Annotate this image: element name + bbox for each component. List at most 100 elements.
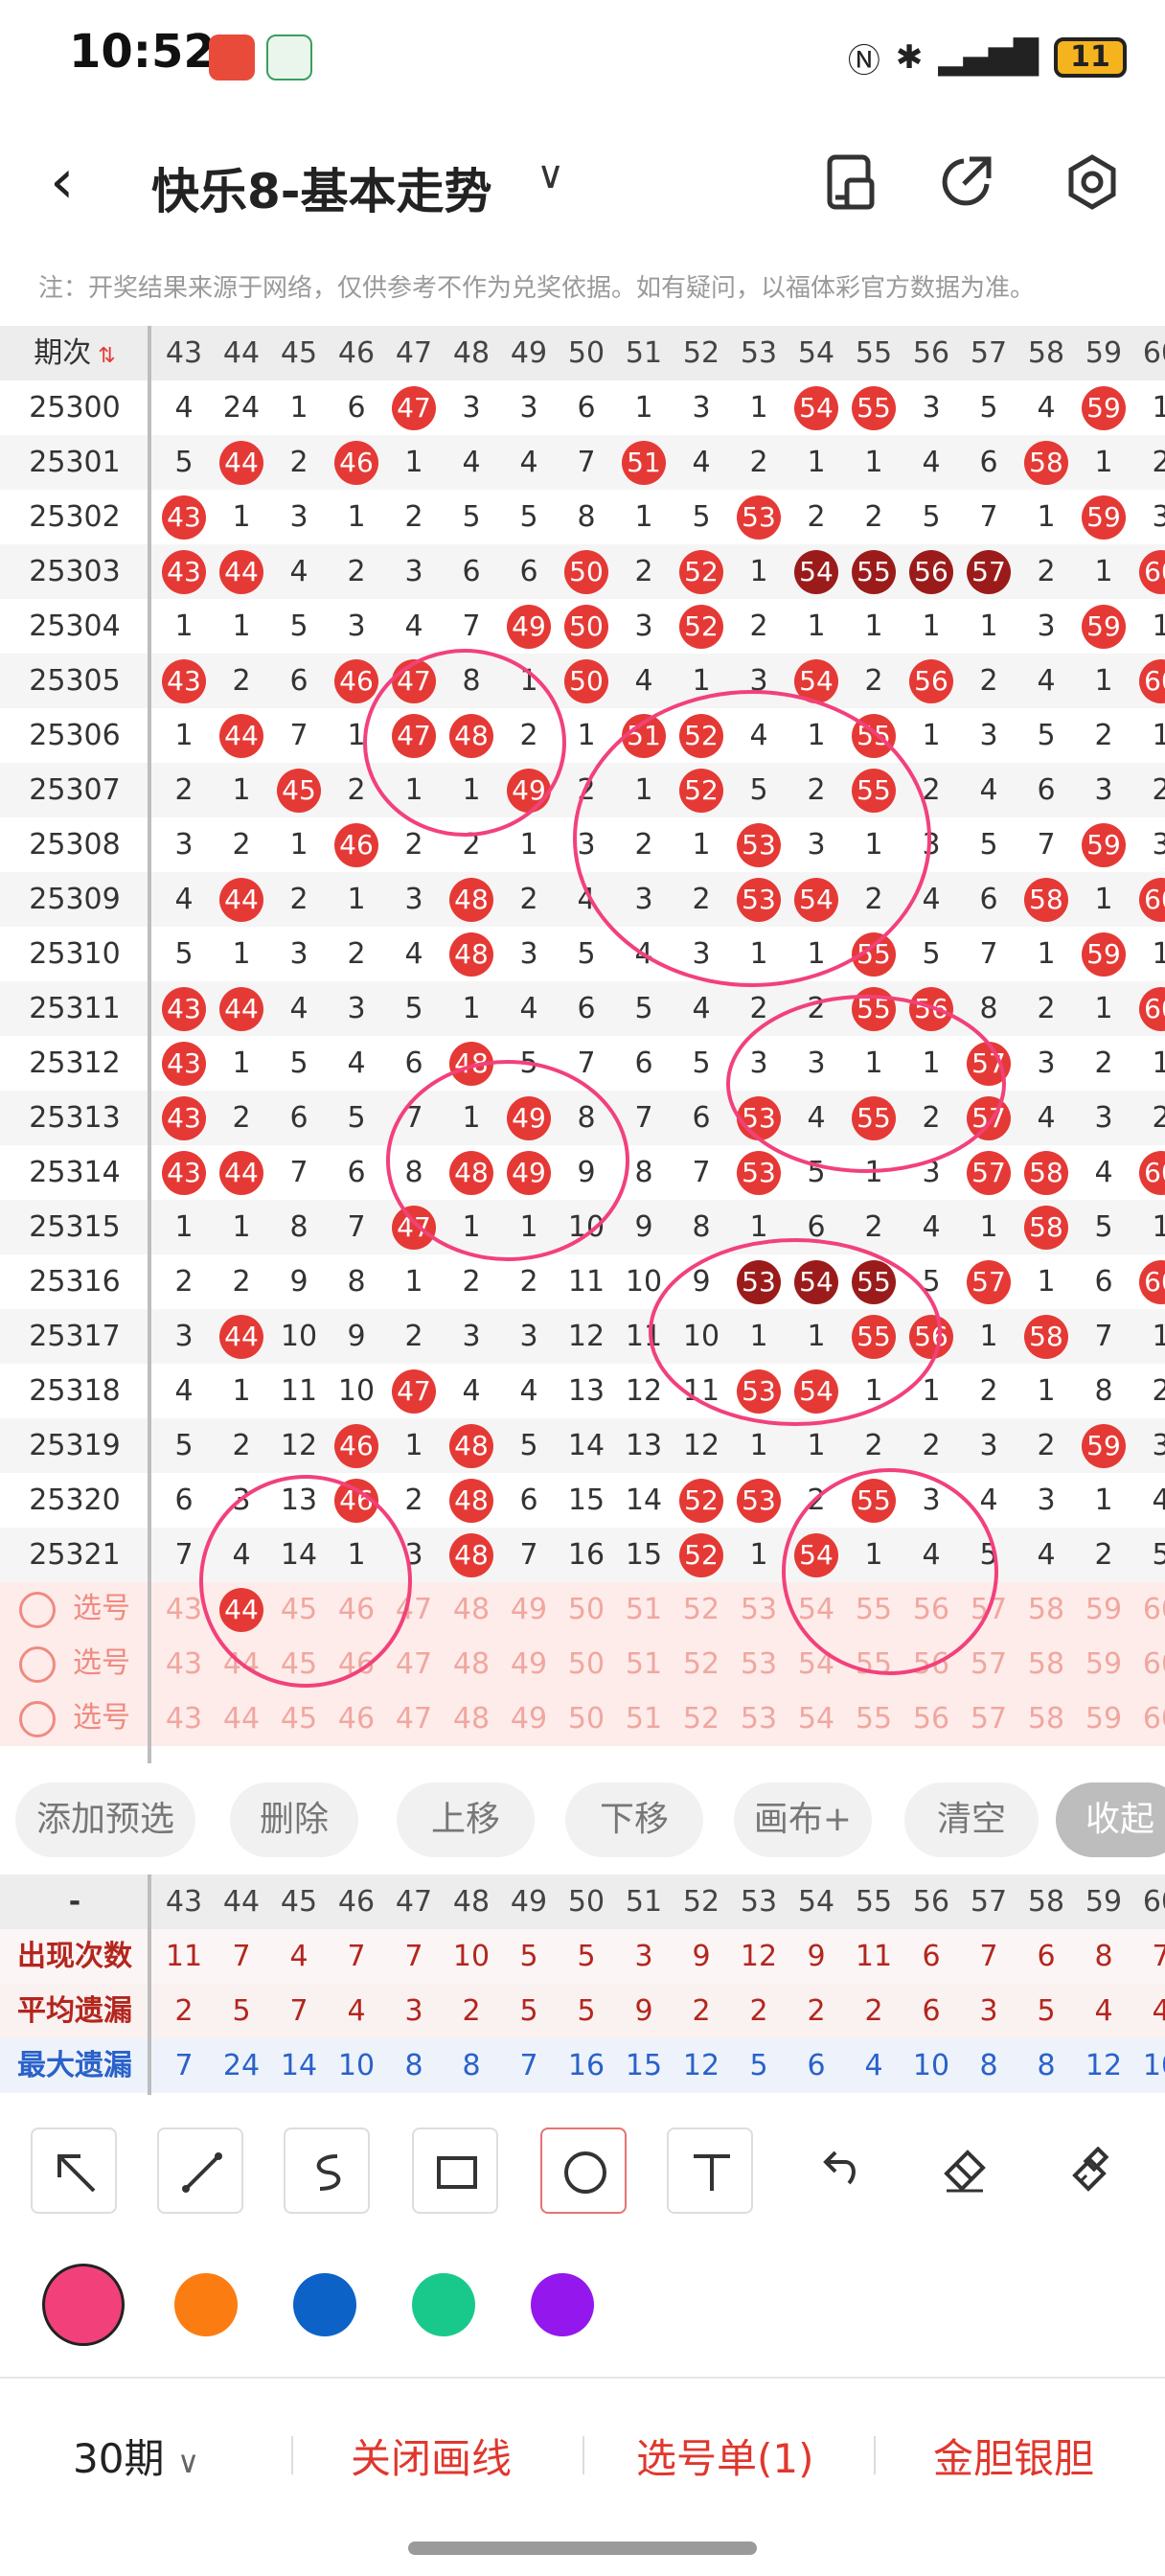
stats-value: 5 (577, 1994, 596, 2028)
stats-value: 2 (462, 1994, 481, 2028)
disclaimer-note: 注：开奖结果来源于网络，仅供参考不作为兑奖依据。如有疑问，以福体彩官方数据为准。 (38, 274, 1036, 303)
period-select[interactable]: 30期 ∨ (73, 2426, 199, 2485)
layout-toggle-icon[interactable] (820, 151, 881, 213)
annotation-circle (199, 1475, 412, 1688)
stats-value: 8 (462, 2049, 481, 2082)
stats-value: 6 (922, 1940, 941, 1973)
stats-value: 2 (749, 1994, 768, 2028)
stats-value: 5 (749, 2049, 768, 2082)
move-up-button[interactable]: 上移 (397, 1782, 535, 1857)
notification-home-icon (266, 34, 312, 80)
stats-value: 4 (1094, 1994, 1113, 2028)
stats-value: 2 (864, 1994, 883, 2028)
stats-column-header: 44 (222, 1885, 261, 1919)
arrow-tool-icon[interactable] (31, 2128, 117, 2214)
color-swatch[interactable] (42, 2264, 125, 2346)
pick-list-button[interactable]: 选号单(1) (636, 2426, 814, 2485)
back-arrow-icon[interactable]: ‹ (50, 148, 119, 217)
annotation-circle (363, 649, 566, 837)
divider (874, 2436, 876, 2474)
color-swatch[interactable] (293, 2273, 356, 2336)
stats-column-header: 53 (740, 1885, 778, 1919)
stats-value: 2 (174, 1994, 194, 2028)
collapse-button[interactable]: 收起 (1056, 1782, 1165, 1857)
stats-column-header: 46 (337, 1885, 376, 1919)
bluetooth-icon: ✱ (895, 38, 924, 77)
annotation-layer (199, 649, 1006, 1688)
stats-value: 2 (692, 1994, 711, 2028)
move-down-button[interactable]: 下移 (565, 1782, 703, 1857)
rect-tool-icon[interactable] (412, 2128, 498, 2214)
divider (582, 2436, 584, 2474)
stats-column-header: 49 (510, 1885, 548, 1919)
color-swatch[interactable] (412, 2273, 475, 2336)
stats-value: 8 (1094, 1940, 1113, 1973)
drawing-toolbar (0, 2118, 1165, 2233)
stats-value: 6 (922, 1994, 941, 2028)
add-preselect-button[interactable]: 添加预选 (15, 1782, 195, 1857)
period-select-label: 30期 (73, 2435, 165, 2482)
stats-value: 6 (1037, 1940, 1056, 1973)
stats-value: 7 (519, 2049, 538, 2082)
stats-column-header: 47 (395, 1885, 433, 1919)
stats-column-header: 45 (280, 1885, 318, 1919)
stats-value: 6 (807, 2049, 826, 2082)
nfc-icon: Ⓝ (847, 41, 880, 80)
stats-value: 3 (404, 1994, 423, 2028)
undo-icon[interactable] (795, 2128, 881, 2214)
golden-silver-button[interactable]: 金胆银胆 (933, 2426, 1094, 2485)
close-lines-button[interactable]: 关闭画线 (351, 2426, 512, 2485)
chevron-down-icon[interactable]: ∨ (537, 153, 564, 197)
canvas-plus-button[interactable]: 画布+ (734, 1782, 872, 1857)
color-swatch[interactable] (531, 2273, 594, 2336)
share-icon[interactable] (935, 151, 996, 213)
stats-value: 9 (634, 1994, 653, 2028)
line-tool-icon[interactable] (157, 2128, 243, 2214)
status-right: Ⓝ ✱ ▂▄▆█ 11 (848, 33, 1127, 82)
stats-value: 2 (807, 1994, 826, 2028)
stats-value: 10 (337, 2049, 376, 2082)
battery-icon: 11 (1054, 37, 1127, 78)
annotation-circle (386, 1060, 629, 1261)
stats-value: 12 (682, 2049, 720, 2082)
eraser-icon[interactable] (922, 2128, 1008, 2214)
stats-value: 14 (280, 2049, 318, 2082)
stats-column-header: 57 (970, 1885, 1008, 1919)
text-tool-icon[interactable] (667, 2128, 753, 2214)
stats-column-header: 48 (452, 1885, 491, 1919)
stats-value: 4 (1152, 1994, 1165, 2028)
action-bar: 添加预选 删除 上移 下移 画布+ 清空 收起 (0, 1773, 1165, 1869)
clear-brush-icon[interactable] (1048, 2128, 1134, 2214)
stats-value: 10 (1142, 2049, 1165, 2082)
stats-column-header: 51 (625, 1885, 663, 1919)
page-title[interactable]: 快乐8-基本走势 (151, 153, 492, 222)
stats-column-header: 52 (682, 1885, 720, 1919)
stats-column-header: 55 (855, 1885, 893, 1919)
stats-row: 平均遗漏 2 5 7 4 3 2 5 5 9 2 2 2 2 6 3 5 4 4 (0, 1984, 1165, 2038)
stats-label: 出现次数 (17, 1940, 132, 1973)
stats-header-row: - 43 44 45 46 47 48 49 50 51 52 53 54 55 56 57 58 59 60 (0, 1874, 1165, 1929)
stats-column-header: 60 (1142, 1885, 1165, 1919)
home-indicator[interactable] (408, 2542, 757, 2555)
stats-value: 15 (625, 2049, 663, 2082)
signal-icon: ▂▄▆█ (938, 38, 1039, 77)
stats-corner: - (68, 1885, 81, 1919)
stats-value: 7 (232, 1940, 251, 1973)
stats-value: 5 (519, 1940, 538, 1973)
circle-tool-icon[interactable] (540, 2128, 627, 2214)
annotation-circle (649, 1238, 942, 1426)
title-bar: ‹ 快乐8-基本走势 ∨ (0, 125, 1165, 240)
stats-table: -434445464748495051525354555657585960出现次… (0, 1874, 1165, 2104)
annotation-circle (573, 690, 931, 987)
stats-row: 出现次数 11 7 4 7 7 10 5 5 3 9 12 9 11 6 7 6 8 7 (0, 1929, 1165, 1984)
clear-button[interactable]: 清空 (904, 1782, 1039, 1857)
curve-tool-icon[interactable] (284, 2128, 370, 2214)
settings-icon[interactable] (1062, 151, 1123, 213)
stats-value: 5 (519, 1994, 538, 2028)
stats-value: 9 (692, 1940, 711, 1973)
stats-value: 5 (1037, 1994, 1056, 2028)
stats-divider (148, 1874, 151, 2095)
color-swatch[interactable] (174, 2273, 238, 2336)
delete-button[interactable]: 删除 (230, 1782, 358, 1857)
stats-column-header: 54 (797, 1885, 835, 1919)
